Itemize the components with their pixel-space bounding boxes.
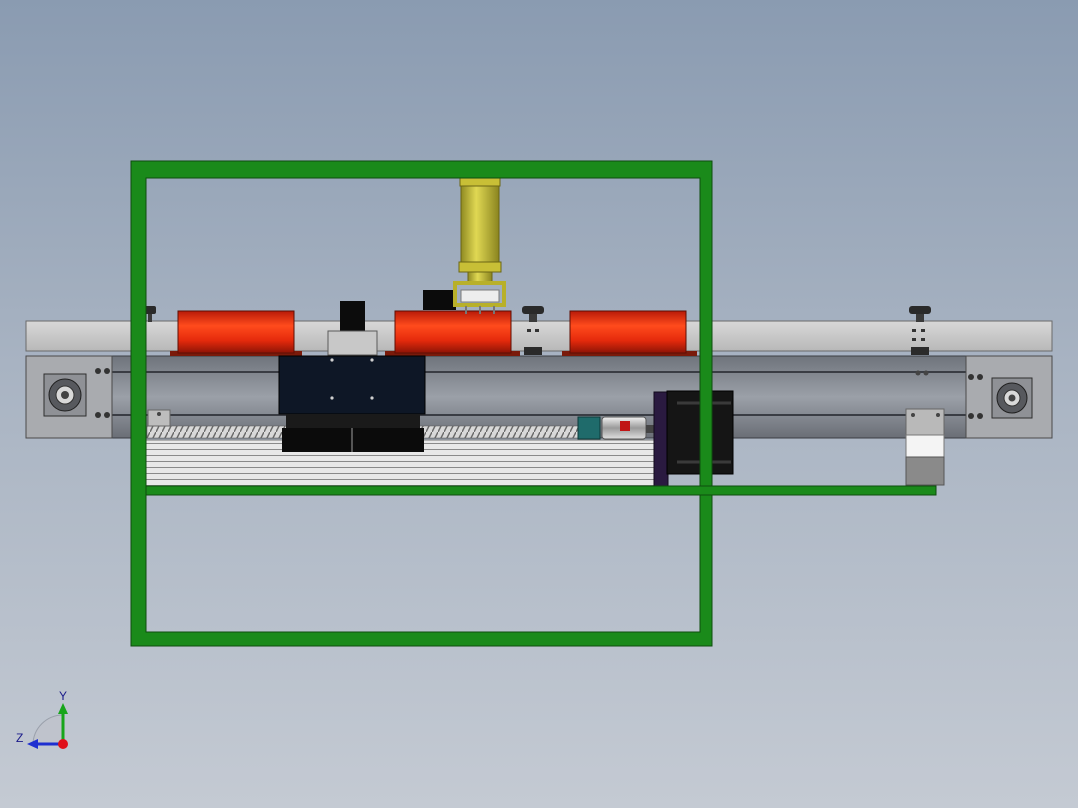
motor-mount-plate[interactable] — [653, 391, 669, 487]
red-roller-2[interactable] — [385, 310, 520, 356]
axis-label-y: Y — [59, 689, 68, 703]
pneumatic-cylinder[interactable] — [453, 177, 506, 314]
right-end-plate[interactable] — [965, 355, 1053, 439]
cad-viewport[interactable] — [0, 0, 1078, 808]
red-roller-3[interactable] — [562, 310, 697, 356]
left-end-plate[interactable] — [25, 355, 113, 439]
sensor-black-small[interactable] — [423, 290, 456, 310]
left-bracket[interactable] — [147, 409, 171, 427]
bearing-block[interactable] — [577, 416, 601, 440]
red-roller-1[interactable] — [170, 310, 302, 356]
right-bracket[interactable] — [905, 408, 945, 486]
aluminum-profile[interactable] — [25, 355, 1053, 439]
carriage-block[interactable] — [278, 355, 426, 452]
axis-label-z: Z — [16, 731, 24, 745]
axis-triad-icon — [27, 703, 68, 749]
